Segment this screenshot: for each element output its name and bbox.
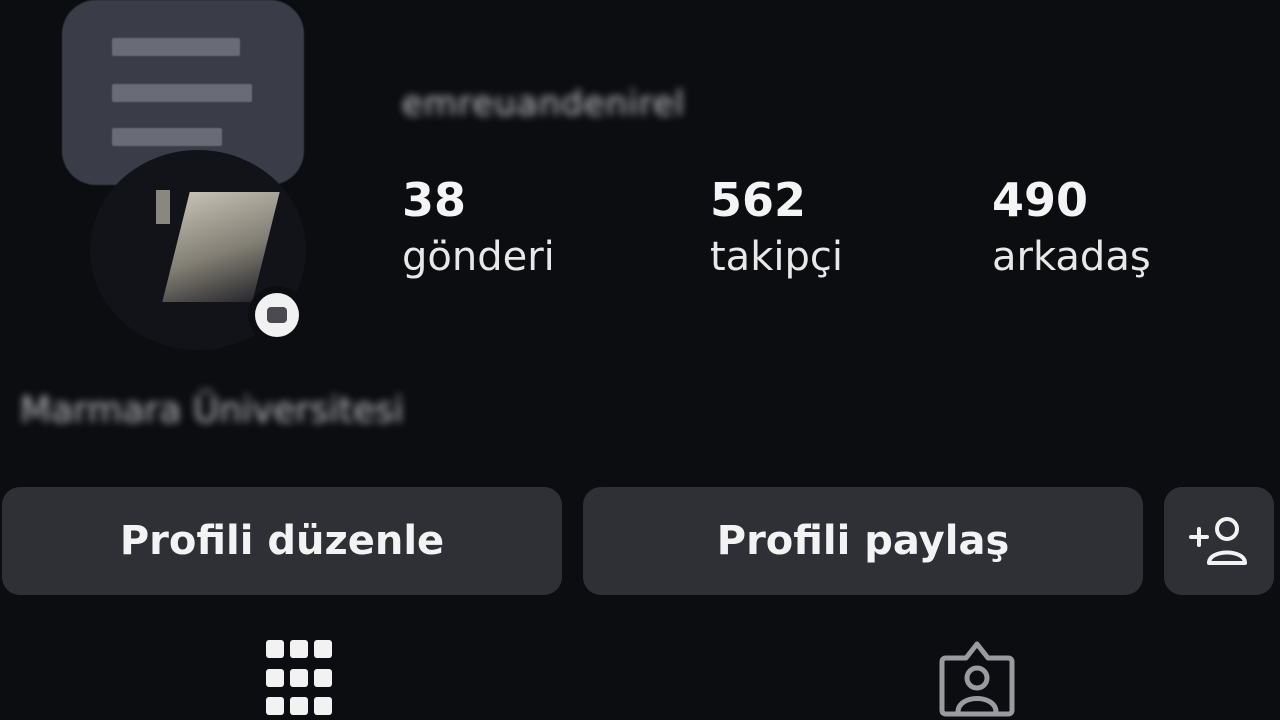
friends-label: arkadaş [992,233,1151,280]
person-add-icon [1189,517,1247,565]
followers-count: 562 [710,173,807,227]
note-line [112,38,240,56]
add-story-badge[interactable] [248,286,306,344]
display-name: Marmara Üniversitesi [20,390,404,431]
grid-icon [290,668,308,687]
grid-icon [314,640,332,658]
share-profile-button[interactable]: Profili paylaş [583,487,1143,595]
followers-label: takipçi [710,233,843,280]
posts-stat[interactable]: 38 gönderi [402,172,555,284]
friends-stat[interactable]: 490 arkadaş [992,172,1151,284]
edit-profile-button[interactable]: Profili düzenle [2,487,562,595]
photo-detail [156,190,170,224]
grid-icon [290,640,308,658]
grid-icon [266,697,284,716]
grid-icon [266,668,284,687]
posts-count: 38 [402,173,467,227]
posts-label: gönderi [402,233,555,280]
grid-icon [266,640,284,658]
grid-icon [314,697,332,716]
posts-grid-tab[interactable] [266,640,332,720]
grid-icon [314,668,332,687]
badge-dot [267,307,287,323]
grid-icon [290,697,308,716]
friends-count: 490 [992,173,1089,227]
tagged-person-icon [939,641,1015,717]
tagged-tab[interactable] [936,638,1018,720]
followers-stat[interactable]: 562 takipçi [710,172,843,284]
note-line [112,84,252,102]
username: emreuandenirel [402,84,686,124]
photo-detail [162,192,280,302]
add-friend-button[interactable] [1164,487,1274,595]
note-line [112,128,222,146]
profile-page: emreuandenirel 38 gönderi 562 takipçi 49… [0,0,1280,720]
profile-avatar[interactable] [62,0,312,356]
add-story-icon [255,293,299,337]
